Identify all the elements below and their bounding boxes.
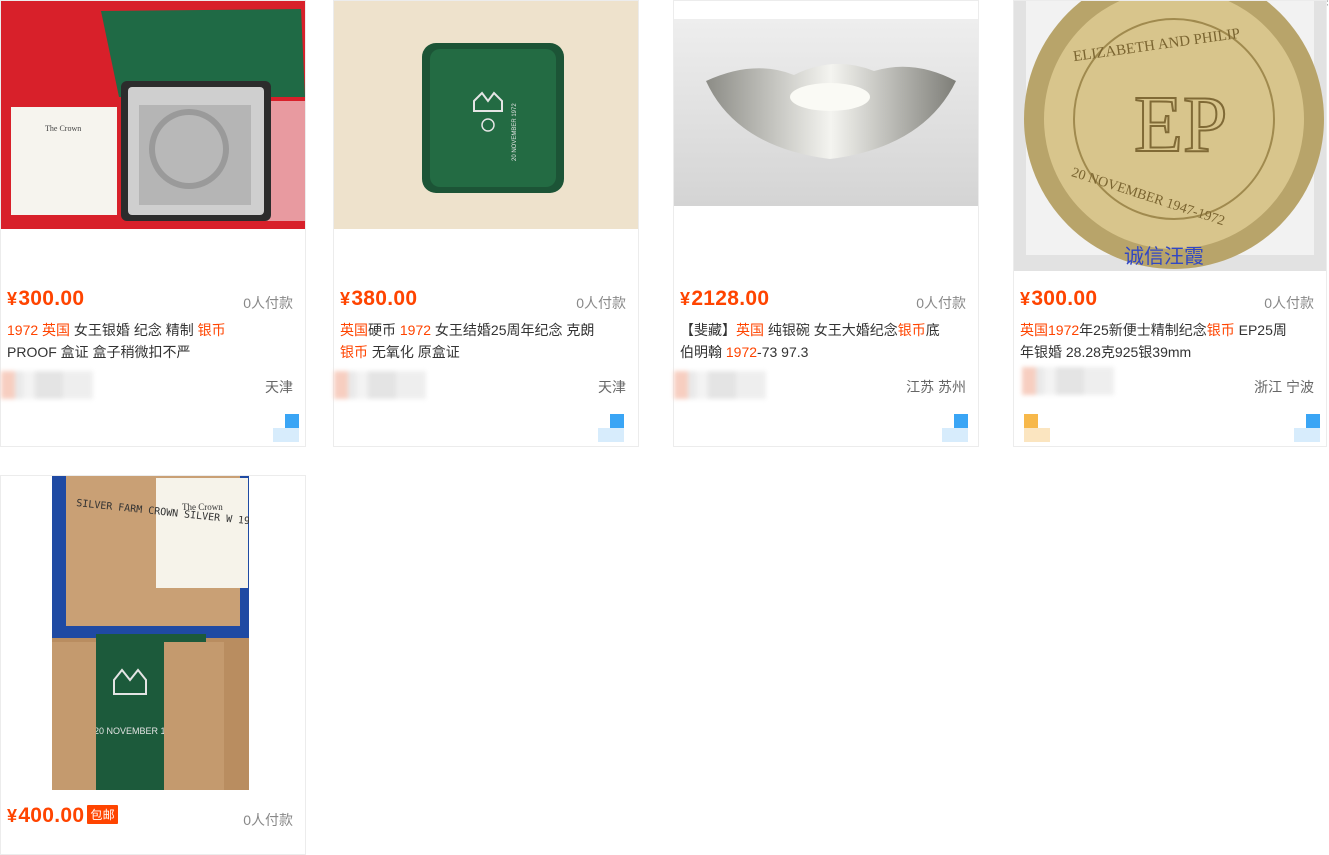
location: 江苏 苏州 <box>906 379 966 395</box>
listing-title[interactable]: 1972 英国 女王银婚 纪念 精制 银币 PROOF 盒证 盒子稍微扣不严 <box>7 319 297 363</box>
title-keyword: 1972 <box>399 322 432 338</box>
title-text: 纯银碗 女王大婚纪念 <box>764 322 898 338</box>
wangwang-chat-icon[interactable] <box>942 414 968 442</box>
title-keyword: 银币 <box>340 344 368 360</box>
listing-thumbnail[interactable] <box>674 19 978 206</box>
title-text: 底 <box>925 322 940 338</box>
price-row: ¥2128.00 0人付款 <box>680 287 966 313</box>
wangwang-chat-icon[interactable] <box>598 414 624 442</box>
listing-thumbnail[interactable]: 20 NOVEMBER 1972 <box>334 1 638 229</box>
title-text: EP25周 <box>1234 322 1287 338</box>
title-text: 伯明翰 <box>680 344 726 360</box>
shop-name-blurred[interactable] <box>674 371 766 399</box>
title-text: -73 97.3 <box>757 344 809 360</box>
title-keyword: 英国 <box>340 322 368 338</box>
title-text: PROOF 盒证 盒子稍微扣不严 <box>7 344 191 360</box>
price: ¥400.00 包邮 <box>7 804 118 828</box>
location: 天津 <box>598 379 626 395</box>
listing-card[interactable]: ¥2128.00 0人付款 【斐藏】英国 纯银碗 女王大婚纪念银币底伯明翰 19… <box>673 0 979 447</box>
deal-count: 0人付款 <box>243 812 293 828</box>
price-row: ¥300.00 0人付款 <box>7 287 293 313</box>
product-photo-silver-bowl <box>674 19 978 206</box>
listing-card[interactable]: The Crown ¥300.00 0人付款 1972 英国 女王银婚 纪念 精… <box>0 0 306 447</box>
product-photo-coin-case: The Crown <box>1 1 305 229</box>
title-text: 年银婚 28.28克925银39mm <box>1020 344 1192 360</box>
location: 天津 <box>265 379 293 395</box>
shop-name-blurred[interactable] <box>1022 367 1114 395</box>
title-text: 年25新便士精制纪念 <box>1079 322 1207 338</box>
tmall-badge-icon <box>1024 414 1050 442</box>
title-keyword: 银币 <box>897 322 926 338</box>
coin-monogram: EP <box>1134 81 1227 169</box>
title-text: 女王银婚 纪念 精制 <box>70 322 198 338</box>
listing-thumbnail[interactable]: The Crown <box>1 1 305 229</box>
deal-count: 0人付款 <box>576 295 626 311</box>
title-text: 无氧化 原盒证 <box>368 344 460 360</box>
price: ¥2128.00 <box>680 287 770 310</box>
wangwang-chat-icon[interactable] <box>1294 414 1320 442</box>
title-text: 女王结婚25周年纪念 克朗 <box>431 322 595 338</box>
price: ¥300.00 <box>7 287 85 310</box>
price-row: ¥300.00 0人付款 <box>1020 287 1314 313</box>
product-photo-boxed-set: The Crown SILVER FARM CROWN SILVER W 197… <box>52 476 249 790</box>
title-keyword: 英国 <box>736 322 764 338</box>
free-shipping-badge: 包邮 <box>87 805 118 824</box>
watermark-text: 诚信汪霞 <box>1124 244 1204 268</box>
product-photo-gold-coin: EP ELIZABETH AND PHILIP 20 NOVEMBER 1947… <box>1014 1 1326 271</box>
deal-count: 0人付款 <box>916 295 966 311</box>
listing-card[interactable]: 20 NOVEMBER 1972 ¥380.00 0人付款 英国硬币 1972 … <box>333 0 639 447</box>
listing-thumbnail[interactable]: The Crown SILVER FARM CROWN SILVER W 197… <box>52 476 249 790</box>
title-text: 硬币 <box>368 322 400 338</box>
listing-card[interactable]: EP ELIZABETH AND PHILIP 20 NOVEMBER 1947… <box>1013 0 1327 447</box>
title-keyword: 1972 <box>725 344 758 360</box>
shop-name-blurred[interactable] <box>334 371 426 399</box>
price-row: ¥380.00 0人付款 <box>340 287 626 313</box>
title-keyword: 英国1972 <box>1020 322 1080 338</box>
deal-count: 0人付款 <box>243 295 293 311</box>
listing-title[interactable]: 【斐藏】英国 纯银碗 女王大婚纪念银币底伯明翰 1972-73 97.3 <box>680 319 970 363</box>
title-keyword: 银币 <box>1206 322 1235 338</box>
price: ¥380.00 <box>340 287 418 310</box>
listing-card[interactable]: The Crown SILVER FARM CROWN SILVER W 197… <box>0 475 306 855</box>
wangwang-chat-icon[interactable] <box>273 414 299 442</box>
listing-thumbnail[interactable]: EP ELIZABETH AND PHILIP 20 NOVEMBER 1947… <box>1014 1 1326 271</box>
price: ¥300.00 <box>1020 287 1098 310</box>
card-text: The Crown <box>45 124 81 133</box>
shop-name-blurred[interactable] <box>1 371 93 399</box>
title-text: 【斐藏】 <box>680 322 736 338</box>
deal-count: 0人付款 <box>1264 295 1314 311</box>
location: 浙江 宁波 <box>1254 379 1314 395</box>
box-text: 20 NOVEMBER 1972 <box>512 103 518 161</box>
box-text: 20 NOVEMBER 19 <box>94 726 171 736</box>
title-keyword: 1972 英国 <box>7 322 71 338</box>
listing-title[interactable]: 英国硬币 1972 女王结婚25周年纪念 克朗银币 无氧化 原盒证 <box>340 319 630 363</box>
price-row: ¥400.00 包邮 0人付款 <box>7 804 293 830</box>
title-keyword: 银币 <box>197 322 226 338</box>
listing-title[interactable]: 英国1972年25新便士精制纪念银币 EP25周年银婚 28.28克925银39… <box>1020 319 1318 363</box>
product-photo-green-box: 20 NOVEMBER 1972 <box>334 1 638 229</box>
